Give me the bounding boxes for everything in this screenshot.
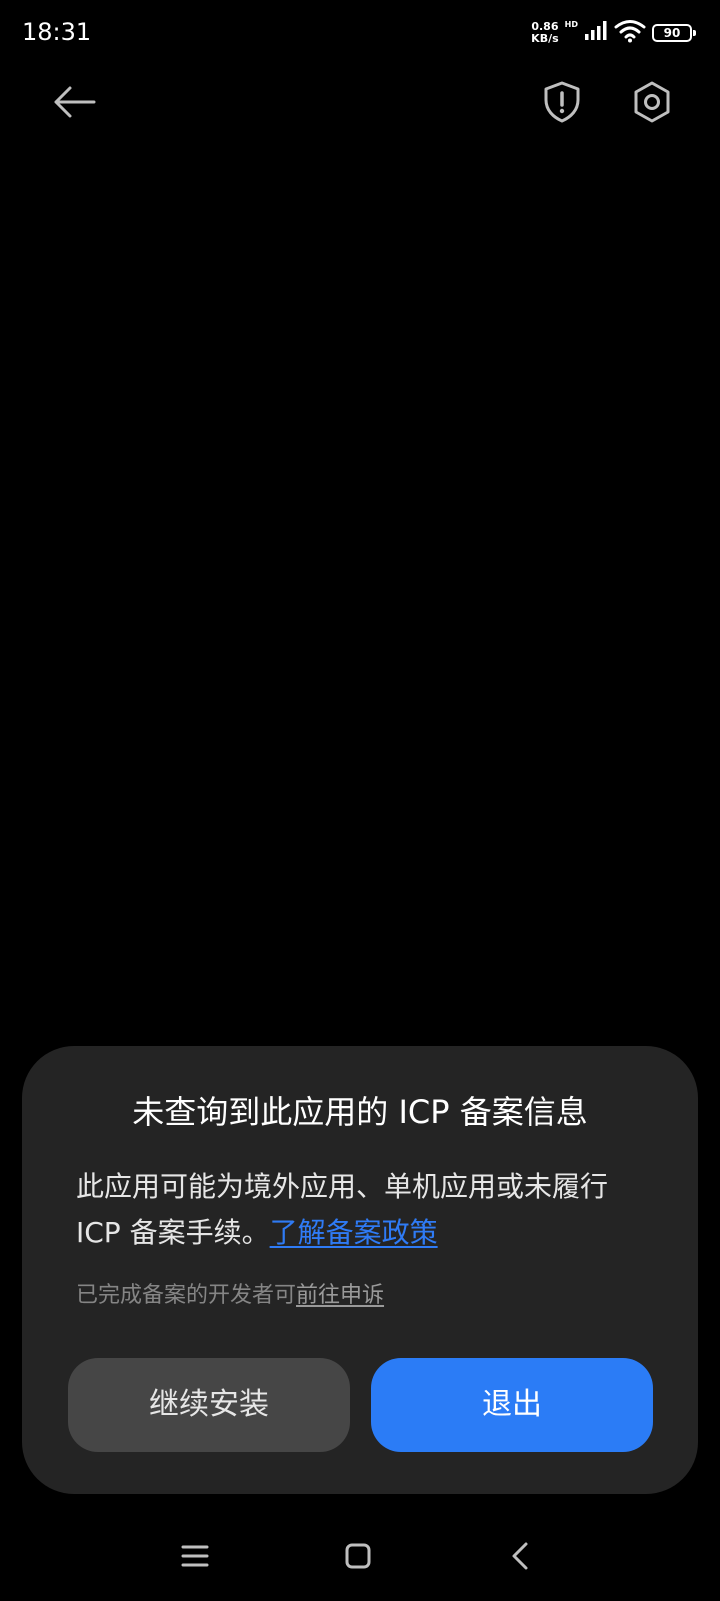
back-button[interactable] — [44, 74, 104, 134]
network-speed: 0.86 KB/s — [531, 21, 558, 45]
nav-home-button[interactable] — [328, 1530, 388, 1586]
network-speed-unit: KB/s — [531, 32, 559, 45]
appeal-link[interactable]: 前往申诉 — [296, 1283, 384, 1308]
status-indicators: 0.86 KB/s HD 90 — [531, 18, 696, 48]
dialog-note: 已完成备案的开发者可前往申诉 — [76, 1280, 636, 1312]
back-icon — [510, 1541, 530, 1575]
home-icon — [344, 1542, 372, 1574]
dialog-title: 未查询到此应用的 ICP 备案信息 — [132, 1093, 588, 1131]
back-arrow-icon — [52, 85, 96, 123]
exit-button[interactable]: 退出 — [371, 1358, 653, 1452]
wifi-icon — [614, 19, 646, 47]
battery-icon: 90 — [652, 24, 696, 42]
security-check-button[interactable] — [532, 74, 592, 134]
settings-hex-icon — [632, 80, 672, 128]
dialog-note-text: 已完成备案的开发者可 — [76, 1283, 297, 1308]
nav-back-button[interactable] — [490, 1530, 550, 1586]
icp-warning-dialog: 未查询到此应用的 ICP 备案信息 此应用可能为境外应用、单机应用或未履行 IC… — [22, 1046, 698, 1494]
battery-level: 90 — [663, 26, 681, 40]
signal-icon — [584, 20, 608, 46]
dialog-message: 此应用可能为境外应用、单机应用或未履行 ICP 备案手续。了解备案政策 — [76, 1164, 636, 1256]
continue-install-button[interactable]: 继续安装 — [68, 1358, 350, 1452]
status-time: 18:31 — [22, 18, 92, 46]
policy-link[interactable]: 了解备案政策 — [270, 1216, 438, 1249]
menu-icon — [181, 1544, 209, 1572]
shield-alert-icon — [542, 80, 582, 128]
settings-button[interactable] — [622, 74, 682, 134]
nav-recents-button[interactable] — [165, 1530, 225, 1586]
hd-tag: HD — [564, 20, 578, 29]
status-bar: 18:31 0.86 KB/s HD 90 — [0, 0, 720, 64]
